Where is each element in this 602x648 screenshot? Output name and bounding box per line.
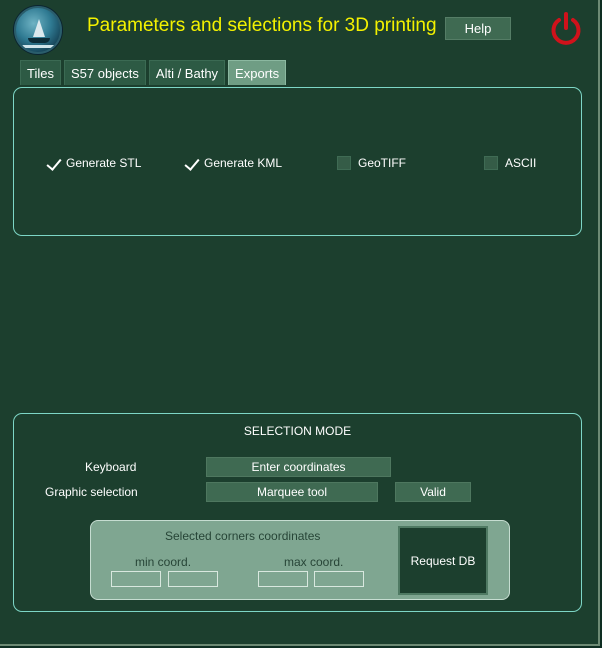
generate-stl-checkbox[interactable] <box>45 156 59 170</box>
selected-corners-box: Selected corners coordinates min coord. … <box>90 520 510 600</box>
tab-bar: Tiles S57 objects Alti / Bathy Exports <box>20 60 287 85</box>
power-button[interactable] <box>548 11 584 47</box>
tab-exports[interactable]: Exports <box>228 60 287 85</box>
power-icon <box>551 12 581 45</box>
max-coord-y-input[interactable] <box>314 571 364 587</box>
exports-panel: Generate STL Generate KML GeoTIFF ASCII <box>13 87 582 236</box>
sail-shape <box>33 19 45 37</box>
min-coord-x-input[interactable] <box>111 571 161 587</box>
hull-shape <box>28 38 50 43</box>
help-button[interactable]: Help <box>445 17 511 40</box>
tab-tiles[interactable]: Tiles <box>20 60 61 85</box>
waves-shape <box>22 45 56 48</box>
request-db-button[interactable]: Request DB <box>398 526 488 595</box>
geotiff-checkbox[interactable] <box>337 156 351 170</box>
page-title: Parameters and selections for 3D printin… <box>87 15 437 36</box>
marquee-tool-button[interactable]: Marquee tool <box>206 482 378 502</box>
valid-button[interactable]: Valid <box>395 482 471 502</box>
min-coord-label: min coord. <box>135 555 192 569</box>
selection-mode-title: SELECTION MODE <box>243 424 352 438</box>
max-coord-x-input[interactable] <box>258 571 308 587</box>
geotiff-option[interactable]: GeoTIFF <box>337 155 406 171</box>
generate-kml-label: Generate KML <box>204 156 283 170</box>
ascii-label: ASCII <box>505 156 537 170</box>
app-window: Parameters and selections for 3D printin… <box>0 0 600 646</box>
selected-corners-title: Selected corners coordinates <box>165 529 321 543</box>
ascii-checkbox[interactable] <box>484 156 498 170</box>
globe-sailboat-logo-icon <box>14 6 62 54</box>
generate-stl-option[interactable]: Generate STL <box>45 155 141 171</box>
selection-mode-panel: SELECTION MODE Keyboard Enter coordinate… <box>13 413 582 612</box>
graphic-selection-label: Graphic selection <box>45 485 138 499</box>
enter-coordinates-button[interactable]: Enter coordinates <box>206 457 391 477</box>
keyboard-label: Keyboard <box>85 460 137 474</box>
generate-stl-label: Generate STL <box>66 156 142 170</box>
generate-kml-option[interactable]: Generate KML <box>183 155 282 171</box>
tab-alti-bathy[interactable]: Alti / Bathy <box>148 60 226 85</box>
ascii-option[interactable]: ASCII <box>484 155 536 171</box>
generate-kml-checkbox[interactable] <box>183 156 197 170</box>
geotiff-label: GeoTIFF <box>358 156 407 170</box>
max-coord-label: max coord. <box>284 555 344 569</box>
min-coord-y-input[interactable] <box>168 571 218 587</box>
tab-s57-objects[interactable]: S57 objects <box>63 60 146 85</box>
